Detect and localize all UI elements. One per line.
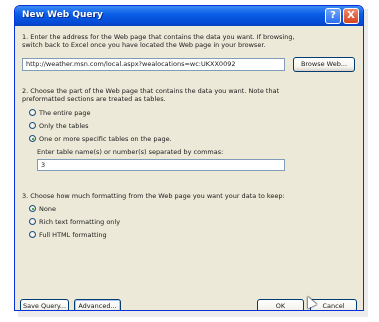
- step2-line1: 2. Choose the part of the Web page that …: [22, 87, 280, 95]
- radio-label: Only the tables: [39, 122, 89, 130]
- dialog-title: New Web Query: [22, 10, 103, 20]
- tables-input[interactable]: 3: [37, 159, 285, 171]
- step2-line2: preformatted sections are treated as tab…: [22, 95, 166, 103]
- title-bar[interactable]: New Web Query ? X: [15, 6, 363, 26]
- advanced-button[interactable]: Advanced...: [74, 299, 121, 310]
- new-web-query-dialog: New Web Query ? X 1. Enter the address f…: [14, 5, 364, 311]
- radio-circle: [29, 135, 36, 142]
- save-query-button[interactable]: Save Query...: [20, 299, 69, 310]
- radio-label: The entire page: [39, 109, 91, 117]
- close-button[interactable]: X: [343, 8, 359, 24]
- step1-instructions: 1. Enter the address for the Web page th…: [22, 33, 295, 49]
- radio-circle: [29, 231, 36, 238]
- step3-instructions: 3. Choose how much formatting from the W…: [22, 192, 285, 200]
- radio-label: None: [39, 205, 56, 213]
- radio-circle: [29, 122, 36, 129]
- radio-label: One or more specific tables on the page.: [39, 135, 172, 143]
- tables-label: Enter table name(s) or number(s) separat…: [37, 148, 224, 156]
- radio-circle: [29, 205, 36, 212]
- help-button[interactable]: ?: [325, 8, 341, 24]
- radio-circle: [29, 218, 36, 225]
- cancel-button[interactable]: Cancel: [310, 299, 357, 310]
- step3-line1: 3. Choose how much formatting from the W…: [22, 192, 285, 200]
- step1-line2: switch back to Excel once you have locat…: [22, 41, 266, 49]
- radio-label: Rich text formatting only: [39, 218, 121, 226]
- step2-instructions: 2. Choose the part of the Web page that …: [22, 87, 279, 103]
- radio-label: Full HTML formatting: [39, 231, 107, 239]
- step1-line1: 1. Enter the address for the Web page th…: [22, 33, 295, 41]
- browse-web-button[interactable]: Browse Web...: [293, 57, 355, 72]
- ok-button[interactable]: OK: [257, 299, 304, 310]
- radio-circle: [29, 109, 36, 116]
- address-input[interactable]: http://weather.msn.com/local.aspx?wealoc…: [22, 58, 285, 71]
